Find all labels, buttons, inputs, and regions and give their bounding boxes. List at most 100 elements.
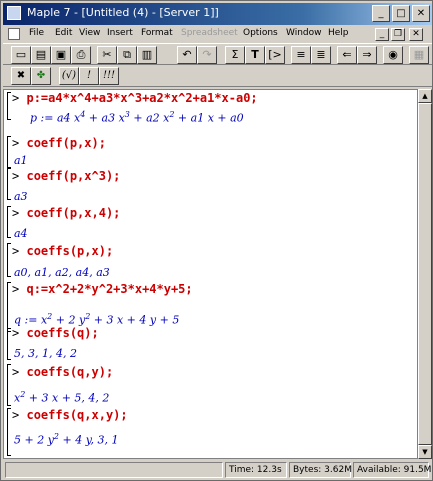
prompt-marker: > — [12, 136, 20, 150]
output-line: a3 — [14, 190, 28, 203]
prompt-marker: > — [12, 244, 20, 258]
open-icon[interactable]: ▤ — [31, 46, 51, 64]
input-line[interactable]: > coeffs(q); — [12, 326, 99, 340]
prompt-marker: > — [12, 169, 20, 183]
redo-icon[interactable]: ↷ — [197, 46, 217, 64]
menu-format[interactable]: Format — [141, 28, 173, 38]
input-line[interactable]: > coeffs(q,y); — [12, 365, 113, 379]
menu-window[interactable]: Window — [286, 28, 322, 38]
outdent-icon[interactable]: ≣ — [311, 46, 331, 64]
group-bracket — [7, 243, 11, 277]
group-bracket — [7, 92, 11, 120]
save-icon[interactable]: ▣ — [51, 46, 71, 64]
menu-spreadsheet[interactable]: Spreadsheet — [181, 28, 238, 38]
execute-all-icon[interactable]: !!! — [99, 67, 119, 85]
close-button[interactable]: ✕ — [412, 5, 430, 22]
copy-icon[interactable]: ⧉ — [117, 46, 137, 64]
maple-app-icon — [7, 6, 21, 20]
title-bar: Maple 7 - [Untitled (4) - [Server 1]] _ … — [3, 3, 432, 25]
scroll-up-icon[interactable]: ▲ — [418, 89, 432, 103]
scroll-thumb[interactable] — [418, 103, 432, 445]
execute-icon[interactable]: ! — [79, 67, 99, 85]
menu-insert[interactable]: Insert — [107, 28, 133, 38]
command-text: coeff(p,x); — [26, 136, 106, 150]
status-message — [5, 462, 223, 478]
group-bracket — [7, 206, 11, 238]
input-line[interactable]: > coeff(p,x); — [12, 136, 106, 150]
status-bar: Time: 12.3s Bytes: 3.62M Available: 91.5… — [3, 460, 432, 480]
status-bytes: Bytes: 3.62M — [289, 462, 352, 478]
prompt-marker: > — [12, 326, 20, 340]
vertical-scrollbar[interactable]: ▲ ▼ — [418, 89, 432, 459]
output-line: x2 + 3 x + 5, 4, 2 — [14, 390, 110, 405]
scroll-down-icon[interactable]: ▼ — [418, 445, 432, 459]
context-toolbar: ✖ ✤ (√) ! !!! — [3, 65, 432, 87]
maximize-button[interactable]: □ — [392, 5, 410, 22]
output-line: 5 + 2 y2 + 4 y, 3, 1 — [14, 432, 119, 447]
paste-icon[interactable]: ▥ — [137, 46, 157, 64]
print-icon[interactable]: ⎙ — [71, 46, 91, 64]
stop-icon[interactable]: ◉ — [383, 46, 403, 64]
menu-edit[interactable]: Edit — [55, 28, 72, 38]
cut-icon[interactable]: ✂ — [97, 46, 117, 64]
doc-minimize-button[interactable]: _ — [375, 28, 389, 41]
input-line[interactable]: > coeff(p,x^3); — [12, 169, 120, 183]
output-line: a4 — [14, 227, 28, 240]
prompt-marker: > — [12, 365, 20, 379]
input-line[interactable]: > coeffs(q,x,y); — [12, 408, 128, 422]
restart-icon[interactable]: ▦ — [409, 46, 429, 64]
status-time: Time: 12.3s — [225, 462, 287, 478]
doc-close-button[interactable]: ✕ — [409, 28, 423, 41]
command-text: coeffs(q,y); — [26, 365, 114, 379]
input-line[interactable]: > q:=x^2+2*y^2+3*x+4*y+5; — [12, 282, 193, 296]
output-line: a0, a1, a2, a4, a3 — [14, 266, 110, 279]
maple-leaf-icon[interactable]: ✤ — [31, 67, 51, 85]
doc-restore-button[interactable]: ❐ — [391, 28, 405, 41]
text-icon[interactable]: T — [245, 46, 265, 64]
sigma-icon[interactable]: Σ — [225, 46, 245, 64]
undo-icon[interactable]: ↶ — [177, 46, 197, 64]
input-line[interactable]: > p:=a4*x^4+a3*x^3+a2*x^2+a1*x-a0; — [12, 91, 258, 105]
prompt-marker: > — [12, 282, 20, 296]
back-icon[interactable]: ⇐ — [337, 46, 357, 64]
forward-icon[interactable]: ⇒ — [357, 46, 377, 64]
command-text: coeffs(q); — [26, 326, 99, 340]
command-text: q:=x^2+2*y^2+3*x+4*y+5; — [26, 282, 193, 296]
group-bracket — [7, 282, 11, 332]
new-icon[interactable]: ▭ — [11, 46, 31, 64]
group-bracket — [7, 136, 11, 168]
indent-icon[interactable]: ≡ — [291, 46, 311, 64]
command-text: p:=a4*x^4+a3*x^3+a2*x^2+a1*x-a0; — [26, 91, 258, 105]
group-bracket — [7, 328, 11, 360]
input-mode-icon[interactable]: ✖ — [11, 67, 31, 85]
input-line[interactable]: > coeffs(p,x); — [12, 244, 113, 258]
menu-options[interactable]: Options — [243, 28, 278, 38]
group-bracket — [7, 168, 11, 200]
command-text: coeff(p,x,4); — [26, 206, 121, 220]
prompt-marker: > — [12, 206, 20, 220]
menu-help[interactable]: Help — [328, 28, 349, 38]
status-available: Available: 91.5M — [353, 462, 431, 478]
prompt-marker: > — [12, 91, 20, 105]
command-text: coeffs(q,x,y); — [26, 408, 128, 422]
output-line: q := x2 + 2 y2 + 3 x + 4 y + 5 — [14, 312, 180, 327]
minimize-button[interactable]: _ — [372, 5, 390, 22]
prompt-marker: > — [12, 408, 20, 422]
menu-file[interactable]: File — [29, 28, 44, 38]
document-icon[interactable] — [8, 28, 20, 40]
output-line: a1 — [14, 154, 28, 167]
command-text: coeffs(p,x); — [26, 244, 114, 258]
menu-bar: File Edit View Insert Format Spreadsheet… — [3, 25, 432, 43]
output-line: p := a4 x4 + a3 x3 + a2 x2 + a1 x + a0 — [30, 110, 244, 125]
prompt-icon[interactable]: [> — [265, 46, 285, 64]
input-line[interactable]: > coeff(p,x,4); — [12, 206, 120, 220]
worksheet[interactable]: > p:=a4*x^4+a3*x^3+a2*x^2+a1*x-a0; p := … — [3, 89, 418, 459]
window-title: Maple 7 - [Untitled (4) - [Server 1]] — [27, 6, 219, 19]
parentheses-check-icon[interactable]: (√) — [59, 67, 79, 85]
main-toolbar: ▭ ▤ ▣ ⎙ ✂ ⧉ ▥ ↶ ↷ Σ T [> ≡ ≣ ⇐ ⇒ ◉ ▦ — [3, 43, 432, 65]
menu-view[interactable]: View — [79, 28, 100, 38]
command-text: coeff(p,x^3); — [26, 169, 121, 183]
group-bracket — [7, 408, 11, 456]
group-bracket — [7, 364, 11, 406]
output-line: 5, 3, 1, 4, 2 — [14, 347, 77, 360]
